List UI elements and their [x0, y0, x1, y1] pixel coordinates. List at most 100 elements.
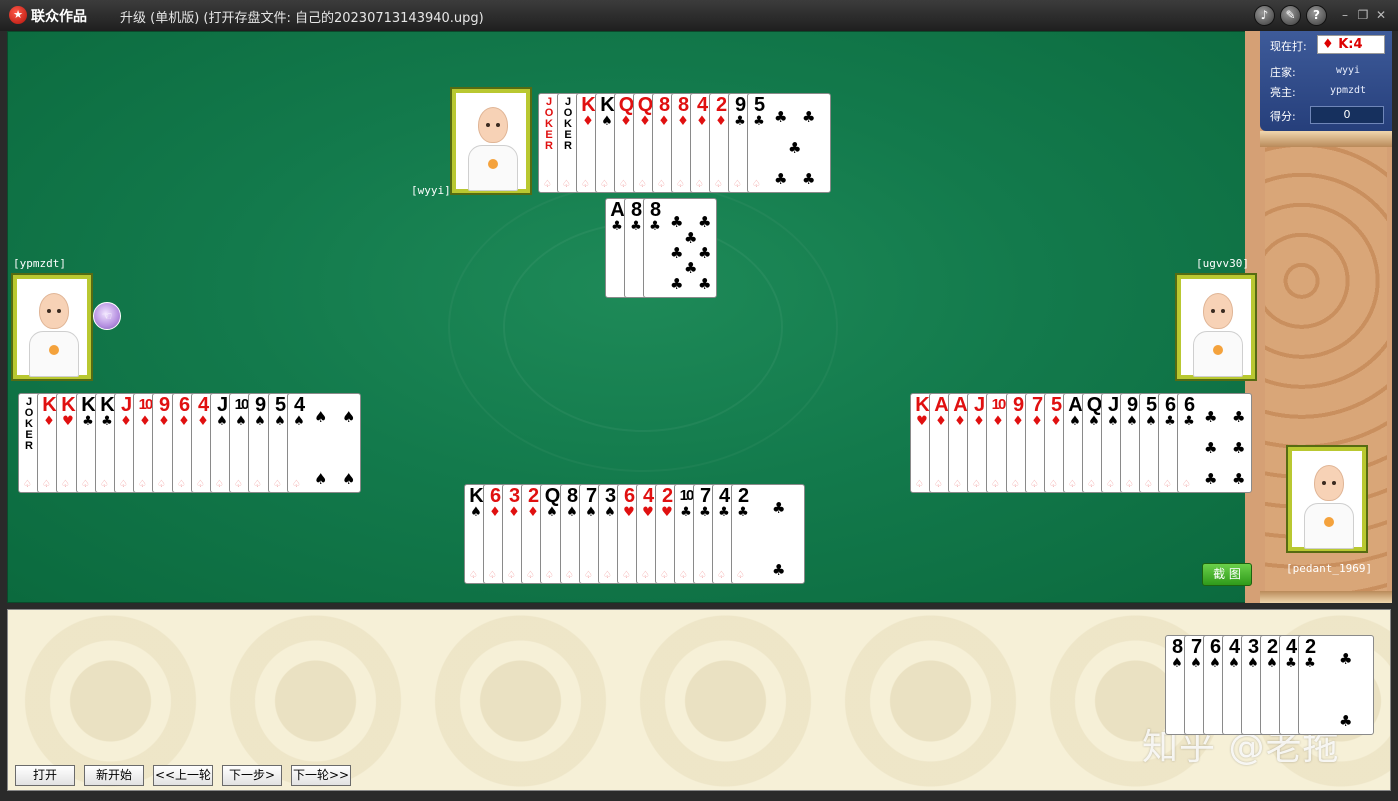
card-pip-icon: ♣ [1339, 650, 1353, 668]
card-corner-mark: ♤ [526, 570, 535, 581]
card-corner-mark: ♤ [660, 570, 669, 581]
card-suit-icon: ♠ [254, 414, 266, 429]
help-icon[interactable]: ? [1306, 5, 1327, 26]
card-corner-mark: ♤ [138, 479, 147, 490]
card-corner-mark: ♤ [253, 479, 262, 490]
tools-icon[interactable]: ✎ [1280, 5, 1301, 26]
card-rank: JOKER [563, 96, 573, 152]
screenshot-button[interactable]: 截 图 [1202, 563, 1252, 586]
card-corner-mark: ♤ [292, 479, 301, 490]
prev-round-button[interactable]: <<上一轮 [153, 765, 213, 786]
card-corner-mark: ♤ [157, 479, 166, 490]
card-corner-mark: ♤ [679, 570, 688, 581]
card-corner-mark: ♤ [23, 479, 32, 490]
card-rank: 8 [649, 199, 661, 221]
card-corner-mark: ♤ [733, 179, 742, 190]
avatar-self-player[interactable] [1288, 447, 1366, 551]
avatar-left-player[interactable] [13, 275, 91, 379]
card-corner-mark: ♤ [488, 570, 497, 581]
close-icon[interactable]: ✕ [1374, 8, 1388, 22]
card-corner-mark: ♤ [953, 479, 962, 490]
next-round-button[interactable]: 下一轮>> [291, 765, 351, 786]
card-top-11: 5 ♣ ♣ ♣ ♣ ♣ ♣ ♤ [747, 93, 831, 193]
card-rank: K [61, 394, 75, 416]
card-pip-icon: ♣ [670, 275, 684, 293]
card-corner-mark: ♤ [565, 570, 574, 581]
card-corner-mark: ♤ [1182, 479, 1191, 490]
card-corner-mark: ♤ [100, 479, 109, 490]
card-corner-mark: ♤ [1144, 479, 1153, 490]
card-pip-icon: ♣ [1204, 408, 1218, 426]
restore-icon[interactable]: ❐ [1356, 8, 1370, 22]
card-pip-icon: ♣ [802, 170, 816, 188]
card-pip-icon: ♣ [1339, 712, 1353, 730]
player-name-top: [wyyi] [411, 184, 451, 197]
brand-name: 联众作品 [31, 9, 87, 25]
card-pip-icon: ♣ [670, 244, 684, 262]
card-bottom-14[interactable]: 2 ♣ ♣ ♣ ♤ [731, 484, 805, 584]
card-corner-mark: ♤ [581, 179, 590, 190]
open-button[interactable]: 打开 [15, 765, 75, 786]
next-step-button[interactable]: 下一步> [222, 765, 282, 786]
card-corner-mark: ♤ [119, 479, 128, 490]
card-corner-mark: ♤ [562, 179, 571, 190]
score-value: 0 [1310, 106, 1384, 124]
avatar-top-player[interactable] [452, 89, 530, 193]
card-pip-icon: ♣ [1232, 470, 1246, 488]
player-name-right: [ugvv30] [1196, 257, 1249, 270]
scroll-bottom [1260, 591, 1392, 603]
card-corner-mark: ♤ [1087, 479, 1096, 490]
card-corner-mark: ♤ [196, 479, 205, 490]
card-corner-mark: ♤ [1106, 479, 1115, 490]
card-pip-icon: ♠ [314, 470, 328, 488]
game-window: ★ 联众作品 升级 (单机版) (打开存盘文件: 自己的202307131439… [0, 0, 1398, 801]
card-pip-icon: ♠ [342, 408, 356, 426]
card-corner-mark: ♤ [507, 570, 516, 581]
card-corner-mark: ♤ [1163, 479, 1172, 490]
lianzhong-logo-icon: ★ [9, 6, 27, 24]
card-pip-icon: ♣ [1204, 470, 1218, 488]
card-corner-mark: ♤ [234, 479, 243, 490]
card-pip-icon: ♣ [1232, 439, 1246, 457]
card-suit-icon: ♣ [737, 505, 749, 520]
card-corner-mark: ♤ [273, 479, 282, 490]
card-suit-icon: ♦ [158, 414, 170, 429]
card-suit-icon: ♣ [753, 114, 765, 129]
card-rank: 4 [293, 394, 305, 416]
player-name-self: [pedant_1969] [1286, 562, 1373, 575]
card-corner-mark: ♤ [717, 570, 726, 581]
card-corner-mark: ♤ [622, 570, 631, 581]
card-corner-mark: ♤ [61, 479, 70, 490]
restart-button[interactable]: 新开始 [84, 765, 144, 786]
card-top_played-2: 8 ♣ ♣ ♣ ♣ ♣ ♣ ♣ ♣ ♣ [643, 198, 717, 298]
card-corner-mark: ♤ [972, 479, 981, 490]
card-suit-icon: ♣ [649, 219, 661, 234]
dealer-label: 庄家: [1270, 66, 1296, 79]
card-rank: JOKER [24, 396, 34, 452]
card-corner-mark: ♤ [81, 479, 90, 490]
card-corner-mark: ♤ [991, 479, 1000, 490]
card-corner-mark: ♤ [657, 179, 666, 190]
card-pip-icon: ♠ [342, 470, 356, 488]
card-pip-icon: ♣ [788, 139, 802, 157]
card-corner-mark: ♤ [752, 179, 761, 190]
card-corner-mark: ♤ [177, 479, 186, 490]
card-corner-mark: ♤ [1011, 479, 1020, 490]
minimize-icon[interactable]: – [1338, 8, 1352, 22]
speaker-icon[interactable]: ♪ [1254, 5, 1275, 26]
card-corner-mark: ♤ [934, 479, 943, 490]
card-suit-icon: ♥ [62, 414, 74, 429]
card-right-14: 6 ♣ ♣ ♣ ♣ ♣ ♣ ♣ ♤ [1177, 393, 1252, 493]
card-corner-mark: ♤ [42, 479, 51, 490]
card-rank: 2 [1304, 636, 1316, 658]
card-pip-icon: ♣ [774, 108, 788, 126]
card-corner-mark: ♤ [714, 179, 723, 190]
card-corner-mark: ♤ [603, 570, 612, 581]
avatar-right-player[interactable] [1177, 275, 1255, 379]
scroll-top [1260, 131, 1392, 147]
card-corner-mark: ♤ [1125, 479, 1134, 490]
card-rank: 10 [991, 396, 1007, 413]
card-corner-mark: ♤ [545, 570, 554, 581]
card-corner-mark: ♤ [676, 179, 685, 190]
trump-caller-label: 亮主: [1270, 86, 1296, 99]
